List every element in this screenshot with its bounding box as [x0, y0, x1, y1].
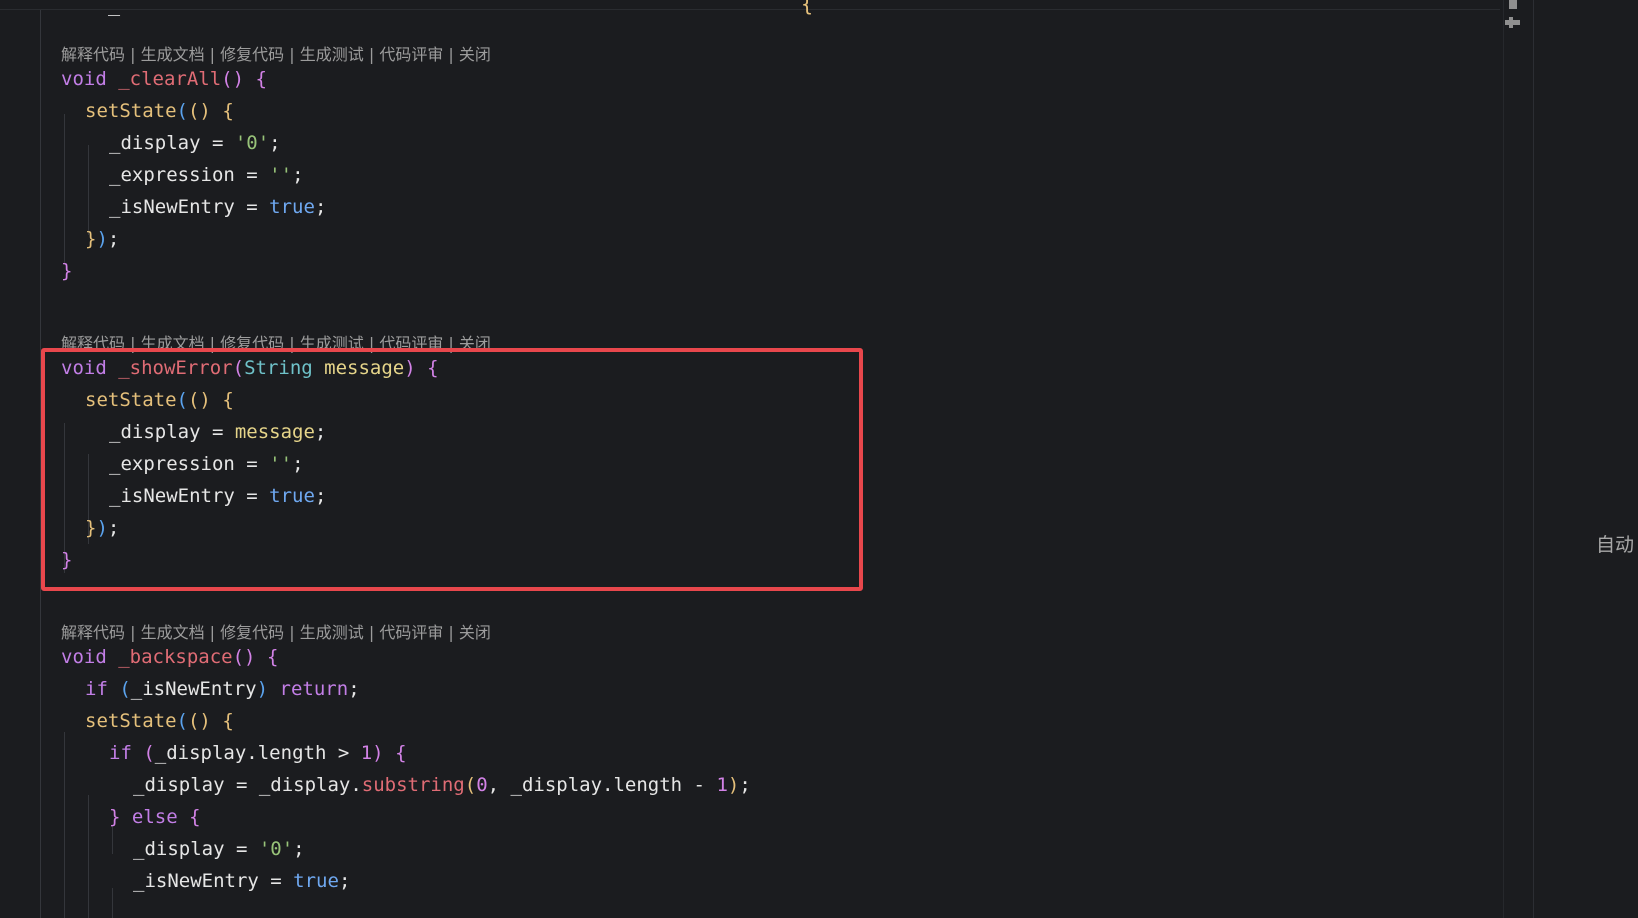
code-line[interactable]: setState(() {	[85, 710, 234, 743]
generate-tests-link[interactable]: 生成测试	[300, 623, 364, 642]
fix-code-link[interactable]: 修复代码	[220, 623, 284, 642]
explain-code-link[interactable]: 解释代码	[61, 623, 125, 642]
indent-guide	[64, 732, 65, 918]
fix-code-link[interactable]: 修复代码	[220, 45, 284, 64]
indent-guide	[112, 888, 113, 918]
code-review-link[interactable]: 代码评审	[379, 45, 443, 64]
code-line[interactable]: _display = _display.substring(0, _displa…	[133, 774, 751, 807]
clipped-code-fragment: _	[108, 0, 121, 16]
right-panel-label[interactable]: 自动	[1596, 530, 1634, 557]
codelens-bar: 解释代码 | 生成文档 | 修复代码 | 生成测试 | 代码评审 | 关闭	[61, 623, 491, 642]
top-divider	[0, 9, 1500, 10]
codelens-bar: 解释代码 | 生成文档 | 修复代码 | 生成测试 | 代码评审 | 关闭	[61, 45, 491, 64]
right-side-panel	[1533, 0, 1638, 918]
close-codelens-link[interactable]: 关闭	[459, 623, 491, 642]
code-line[interactable]: }	[61, 260, 72, 293]
clipped-code-fragment: {	[801, 0, 814, 16]
code-line[interactable]: _isNewEntry = true;	[109, 196, 326, 229]
code-line[interactable]: if (_display.length > 1) {	[109, 742, 407, 775]
code-line[interactable]: _expression = '';	[109, 164, 304, 197]
code-line[interactable]: } else {	[109, 806, 201, 839]
generate-tests-link[interactable]: 生成测试	[300, 45, 364, 64]
explain-code-link[interactable]: 解释代码	[61, 45, 125, 64]
close-codelens-link[interactable]: 关闭	[459, 45, 491, 64]
generate-docs-link[interactable]: 生成文档	[141, 623, 205, 642]
vertical-scrollbar[interactable]	[1503, 0, 1534, 918]
code-line[interactable]: if (_isNewEntry) return;	[85, 678, 360, 711]
code-line[interactable]: });	[85, 228, 119, 261]
code-line[interactable]: _display = '0';	[133, 838, 305, 871]
highlight-box	[41, 348, 863, 591]
code-line[interactable]: _display = '0';	[109, 132, 281, 165]
indent-guide	[88, 145, 89, 235]
generate-docs-link[interactable]: 生成文档	[141, 45, 205, 64]
code-line[interactable]: _isNewEntry = true;	[133, 870, 350, 903]
indent-guide	[88, 795, 89, 918]
code-line[interactable]: setState(() {	[85, 100, 234, 133]
indent-guide	[64, 114, 65, 264]
scrollbar-thumb[interactable]	[1509, 0, 1517, 9]
code-line[interactable]: void _clearAll() {	[61, 68, 267, 101]
code-line[interactable]: void _backspace() {	[61, 646, 278, 679]
code-review-link[interactable]: 代码评审	[379, 623, 443, 642]
overview-ruler-marker	[1505, 20, 1520, 25]
code-editor[interactable]: _ { 解释代码 | 生成文档 | 修复代码 | 生成测试 | 代码评审 | 关…	[0, 0, 1505, 918]
